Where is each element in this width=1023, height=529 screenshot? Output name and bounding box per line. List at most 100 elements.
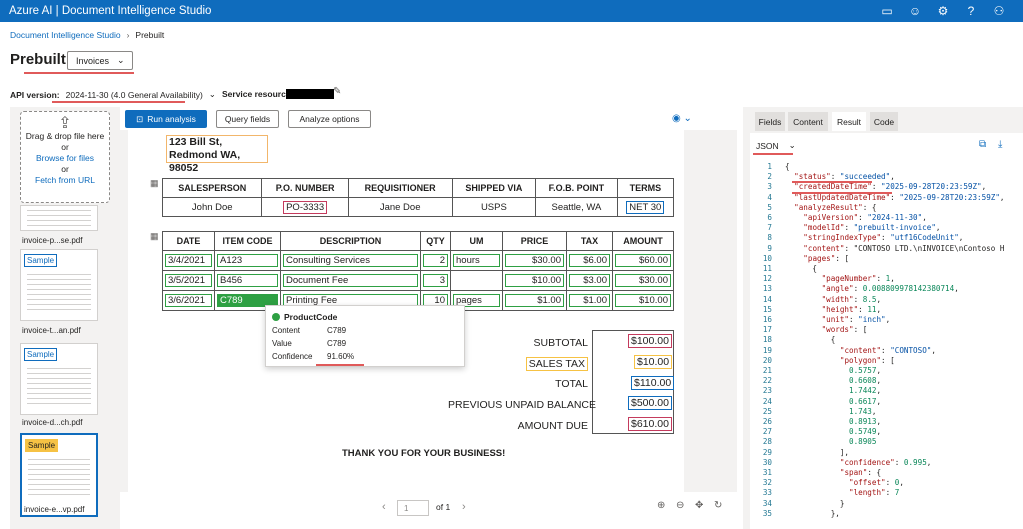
run-analysis-icon: ⊡ [136,113,144,124]
dropzone-or: or [61,164,69,174]
table-cell[interactable]: B456 [214,270,281,291]
totals-label: PREVIOUS UNPAID BALANCE [448,399,597,411]
document-canvas[interactable]: 123 Bill St, Redmond WA, 98052 ▦ SALESPE… [128,130,737,492]
table-icon[interactable]: ▦ [150,178,159,189]
tab-content[interactable]: Content [788,112,828,131]
file-thumbnail[interactable]: Sample [20,249,98,321]
run-analysis-label: Run analysis [147,114,196,124]
breadcrumb-root[interactable]: Document Intelligence Studio [10,30,121,40]
fetch-url-link[interactable]: Fetch from URL [21,175,109,186]
table-cell[interactable]: $10.00 [502,270,567,291]
line-number: 28 [762,437,772,447]
edit-pencil-icon[interactable]: ✎ [333,86,341,97]
canvas-gutter [120,130,128,492]
table-cell[interactable]: $3.00 [566,270,613,291]
previous-balance-value[interactable]: $500.00 [628,396,672,410]
terms-field[interactable]: NET 30 [626,200,665,214]
cell-text: Jane Doe [379,201,421,213]
file-thumbnail[interactable]: Sample [20,343,98,415]
query-fields-button[interactable]: Query fields [216,110,279,128]
chevron-left-icon[interactable]: ‹ [382,501,386,513]
table-cell[interactable]: $1.00 [566,290,613,311]
code-line: "unit": "inch", [821,315,891,324]
table-cell[interactable]: Document Fee [280,270,421,291]
code-line: "words": [ [821,325,868,335]
table-icon[interactable]: ▦ [150,231,159,242]
settings-icon[interactable]: ⚙ [929,4,957,18]
po-number-field[interactable]: PO-3333 [283,200,328,214]
table-cell[interactable]: hours [450,250,503,271]
code-line: "pages": [ [803,253,850,263]
table-cell[interactable]: 3/6/2021 [162,290,215,311]
total-value[interactable]: $110.00 [631,376,675,390]
table-cell[interactable]: $6.00 [566,250,613,271]
analyze-options-button[interactable]: Analyze options [288,110,371,128]
page-number-input[interactable]: 1 [397,500,429,516]
table-header: TERMS [616,178,675,198]
table-cell[interactable]: $30.00 [612,270,674,291]
keyboard-icon[interactable]: ▭ [873,4,901,18]
code-line: }, [785,508,840,518]
table-cell[interactable]: 3/5/2021 [162,270,215,291]
sample-badge: Sample [24,254,58,267]
tab-result[interactable]: Result [832,112,866,131]
table-cell: John Doe [161,197,263,217]
rotate-icon[interactable]: ↻ [714,500,722,511]
account-icon[interactable]: ⚇ [985,4,1013,18]
table-cell[interactable]: $10.00 [612,290,674,311]
api-version-dropdown[interactable]: 2024-11-30 (4.0 General Availability) [66,90,203,100]
table-cell[interactable]: 2 [420,250,451,271]
table-cell: NET 30 [616,197,675,217]
table-cell[interactable]: $30.00 [502,250,567,271]
code-line: "content": "CONTOSO LTD.\nINVOICE\nConto… [803,243,1005,253]
chevron-right-icon: › [126,30,130,40]
table-cell[interactable]: 3 [420,270,451,291]
table-cell[interactable] [450,270,503,291]
annotation-underline [753,153,793,155]
smiley-icon[interactable]: ☺ [901,4,929,18]
download-icon[interactable]: ⤓ [998,139,1002,150]
cell-text: 3/6/2021 [165,294,212,307]
tab-code[interactable]: Code [870,112,898,131]
table-header: ITEM CODE [214,231,281,251]
zoom-out-icon[interactable]: ⊖ [676,500,684,511]
line-number: 10 [762,253,772,263]
model-dropdown[interactable]: Invoices ⌄ [67,51,133,70]
tooltip-val: C789 [327,326,347,335]
address-block[interactable]: 123 Bill St, Redmond WA, 98052 [166,135,268,174]
table-cell[interactable]: A123 [214,250,281,271]
zoom-in-icon[interactable]: ⊕ [657,500,665,511]
sample-badge: Sample [25,439,59,452]
tooltip-val: C789 [327,339,347,348]
totals-label: SUBTOTAL [533,337,588,349]
json-viewer[interactable]: 1{2 "status": "succeeded", 3 "createdDate… [750,160,1023,529]
tab-fields[interactable]: Fields [755,112,785,131]
app-title: Azure AI | Document Intelligence Studio [9,5,212,17]
file-thumbnail[interactable] [20,205,98,231]
browse-files-link[interactable]: Browse for files [21,153,109,164]
pane-splitter[interactable] [743,107,750,529]
table-cell[interactable]: $1.00 [502,290,567,311]
fit-page-icon[interactable]: ✥ [695,500,703,511]
run-analysis-button[interactable]: ⊡ Run analysis [125,110,207,128]
visibility-eye-icon[interactable]: ◉ ⌄ [672,113,692,124]
format-dropdown[interactable]: JSON ⌄ [756,140,796,151]
status-dot-icon [272,313,280,321]
subtotal-value[interactable]: $100.00 [628,334,672,348]
table-cell[interactable]: $60.00 [612,250,674,271]
table-cell[interactable]: 3/4/2021 [162,250,215,271]
sales-tax-value[interactable]: $10.00 [634,355,673,369]
chevron-right-icon[interactable]: › [462,501,466,513]
line-number: 15 [762,304,772,314]
file-dropzone[interactable]: ⇪ Drag & drop file here or Browse for fi… [20,111,110,203]
chevron-down-icon[interactable]: ⌄ [209,89,216,100]
copy-icon[interactable]: ⧉ [979,139,986,150]
table-cell[interactable]: Consulting Services [280,250,421,271]
cell-text: $10.00 [615,294,671,307]
line-number: 13 [762,284,772,294]
file-thumbnail-selected[interactable]: Sample invoice-e...vp.pdf [20,433,98,517]
address-line: Redmond WA, 98052 [169,149,241,174]
thumbnail-preview [28,459,90,499]
amount-due-value[interactable]: $610.00 [628,417,672,431]
help-icon[interactable]: ? [957,4,985,18]
